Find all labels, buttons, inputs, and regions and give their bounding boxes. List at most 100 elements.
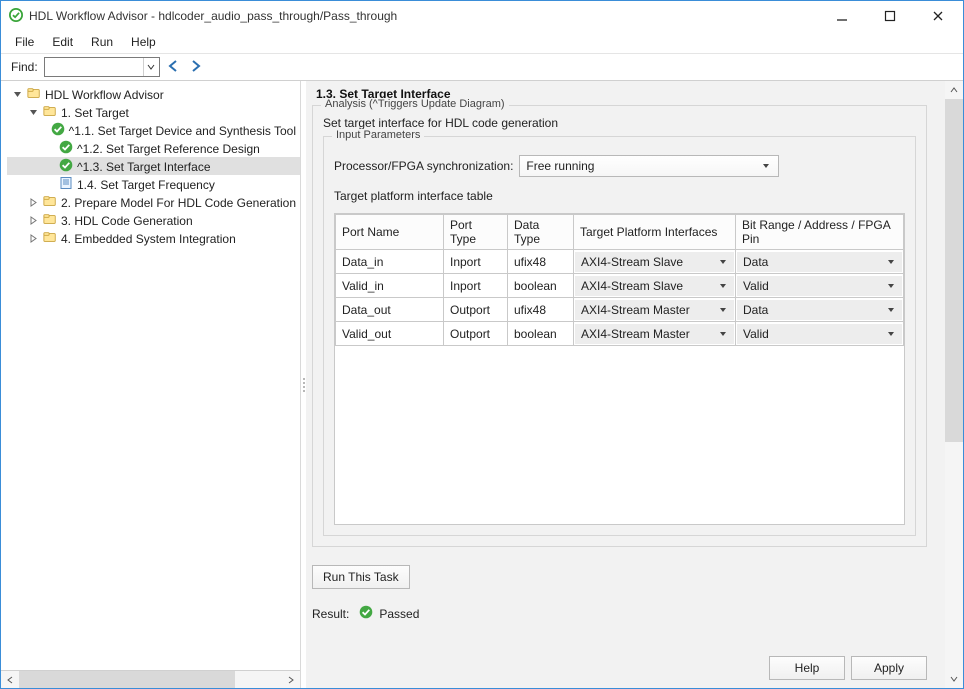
tree-set-target-frequency[interactable]: 1.4. Set Target Frequency (7, 175, 300, 193)
chevron-down-icon (716, 258, 730, 266)
menu-run[interactable]: Run (91, 35, 113, 49)
interface-table: Port Name Port Type Data Type Target Pla… (334, 213, 905, 525)
tree-set-target-refdesign-label: ^1.2. Set Target Reference Design (77, 141, 260, 156)
help-button[interactable]: Help (769, 656, 845, 680)
cell-data-type: boolean (508, 322, 574, 346)
advisor-folder-icon (27, 86, 41, 103)
tree-prepare-model[interactable]: 2. Prepare Model For HDL Code Generation (7, 193, 300, 211)
expand-icon[interactable] (27, 196, 39, 208)
cell-interface-dropdown[interactable]: AXI4-Stream Slave (575, 252, 734, 272)
cell-port-type: Inport (444, 274, 508, 298)
check-pass-icon (51, 122, 65, 139)
find-next-button[interactable] (188, 58, 204, 77)
app-check-icon (9, 8, 23, 25)
chevron-down-icon (884, 330, 898, 338)
analysis-legend: Analysis (^Triggers Update Diagram) (321, 98, 509, 110)
titlebar: HDL Workflow Advisor - hdlcoder_audio_pa… (1, 1, 963, 31)
cell-port-name: Valid_out (336, 322, 444, 346)
scroll-up-icon[interactable] (945, 81, 963, 99)
cell-interface-dropdown[interactable]: AXI4-Stream Master (575, 300, 734, 320)
minimize-button[interactable] (825, 5, 859, 27)
window-title: HDL Workflow Advisor - hdlcoder_audio_pa… (29, 9, 397, 23)
collapse-icon[interactable] (11, 88, 23, 100)
col-target-platform-interfaces: Target Platform Interfaces (574, 215, 736, 250)
tree-set-target-refdesign[interactable]: ^1.2. Set Target Reference Design (7, 139, 300, 157)
scroll-down-icon[interactable] (945, 670, 963, 688)
chevron-down-icon (884, 306, 898, 314)
task-panel: 1.3. Set Target Interface Analysis (^Tri… (306, 81, 945, 688)
tree-set-target[interactable]: 1. Set Target (7, 103, 300, 121)
cell-interface-dropdown[interactable]: AXI4-Stream Master (575, 324, 734, 344)
cell-data-type: ufix48 (508, 298, 574, 322)
result-line: Result: Passed (312, 605, 927, 622)
analysis-fieldset: Analysis (^Triggers Update Diagram) Set … (312, 105, 927, 547)
sync-dropdown-value: Free running (526, 159, 758, 173)
maximize-button[interactable] (873, 5, 907, 27)
cell-bitrange-dropdown[interactable]: Valid (737, 276, 902, 296)
tree-embedded-integration-label: 4. Embedded System Integration (61, 231, 236, 246)
tree-hdl-codegen[interactable]: 3. HDL Code Generation (7, 211, 300, 229)
tree-embedded-integration[interactable]: 4. Embedded System Integration (7, 229, 300, 247)
cell-bitrange-dropdown[interactable]: Data (737, 300, 902, 320)
tree-set-target-device[interactable]: ^1.1. Set Target Device and Synthesis To… (7, 121, 300, 139)
tree-horizontal-scrollbar[interactable] (1, 670, 300, 688)
col-bit-range: Bit Range / Address / FPGA Pin (736, 215, 904, 250)
expand-icon[interactable] (27, 232, 39, 244)
expand-icon[interactable] (27, 214, 39, 226)
tree-set-target-device-label: ^1.1. Set Target Device and Synthesis To… (69, 123, 296, 138)
tree-set-target-interface[interactable]: ^1.3. Set Target Interface (7, 157, 300, 175)
result-label: Result: (312, 607, 349, 621)
tree-prepare-model-label: 2. Prepare Model For HDL Code Generation (61, 195, 296, 210)
chevron-down-icon (758, 162, 774, 170)
right-vertical-scrollbar[interactable] (945, 81, 963, 688)
tree-root[interactable]: HDL Workflow Advisor (7, 85, 300, 103)
menu-edit[interactable]: Edit (52, 35, 73, 49)
tree-set-target-frequency-label: 1.4. Set Target Frequency (77, 177, 215, 192)
folder-icon (43, 194, 57, 211)
scroll-left-icon[interactable] (1, 671, 19, 688)
close-button[interactable] (921, 5, 955, 27)
cell-port-type: Inport (444, 250, 508, 274)
sync-label: Processor/FPGA synchronization: (334, 159, 513, 173)
cell-interface-dropdown[interactable]: AXI4-Stream Slave (575, 276, 734, 296)
find-input[interactable] (44, 57, 160, 77)
table-row: Valid_inInportbooleanAXI4-Stream SlaveVa… (336, 274, 904, 298)
table-row: Data_inInportufix48AXI4-Stream SlaveData (336, 250, 904, 274)
cell-bitrange-dropdown[interactable]: Valid (737, 324, 902, 344)
cell-bitrange-dropdown[interactable]: Data (737, 252, 902, 272)
input-parameters-legend: Input Parameters (332, 129, 424, 141)
folder-icon (43, 212, 57, 229)
input-parameters-fieldset: Input Parameters Processor/FPGA synchron… (323, 136, 916, 536)
chevron-down-icon (884, 282, 898, 290)
chevron-down-icon (716, 282, 730, 290)
scroll-right-icon[interactable] (282, 671, 300, 688)
cell-data-type: boolean (508, 274, 574, 298)
find-label: Find: (11, 60, 38, 74)
menu-file[interactable]: File (15, 35, 34, 49)
tree-pane: HDL Workflow Advisor 1. Set Target ^1.1.… (1, 81, 301, 688)
col-data-type: Data Type (508, 215, 574, 250)
chevron-down-icon (884, 258, 898, 266)
folder-icon (43, 230, 57, 247)
cell-data-type: ufix48 (508, 250, 574, 274)
scroll-thumb[interactable] (19, 671, 235, 688)
result-value: Passed (379, 607, 419, 621)
run-this-task-button[interactable]: Run This Task (312, 565, 410, 589)
sync-dropdown[interactable]: Free running (519, 155, 779, 177)
scroll-thumb[interactable] (945, 99, 963, 442)
find-prev-button[interactable] (166, 58, 182, 77)
apply-button[interactable]: Apply (851, 656, 927, 680)
cell-port-name: Valid_in (336, 274, 444, 298)
tree[interactable]: HDL Workflow Advisor 1. Set Target ^1.1.… (1, 81, 300, 670)
cell-port-type: Outport (444, 298, 508, 322)
findbar: Find: (1, 53, 963, 81)
col-port-type: Port Type (444, 215, 508, 250)
collapse-icon[interactable] (27, 106, 39, 118)
menu-help[interactable]: Help (131, 35, 156, 49)
menubar: File Edit Run Help (1, 31, 963, 53)
hdl-workflow-advisor-window: HDL Workflow Advisor - hdlcoder_audio_pa… (0, 0, 964, 689)
chevron-down-icon (716, 306, 730, 314)
find-dropdown-icon[interactable] (143, 58, 159, 76)
cell-port-name: Data_out (336, 298, 444, 322)
interface-table-label: Target platform interface table (334, 177, 905, 209)
